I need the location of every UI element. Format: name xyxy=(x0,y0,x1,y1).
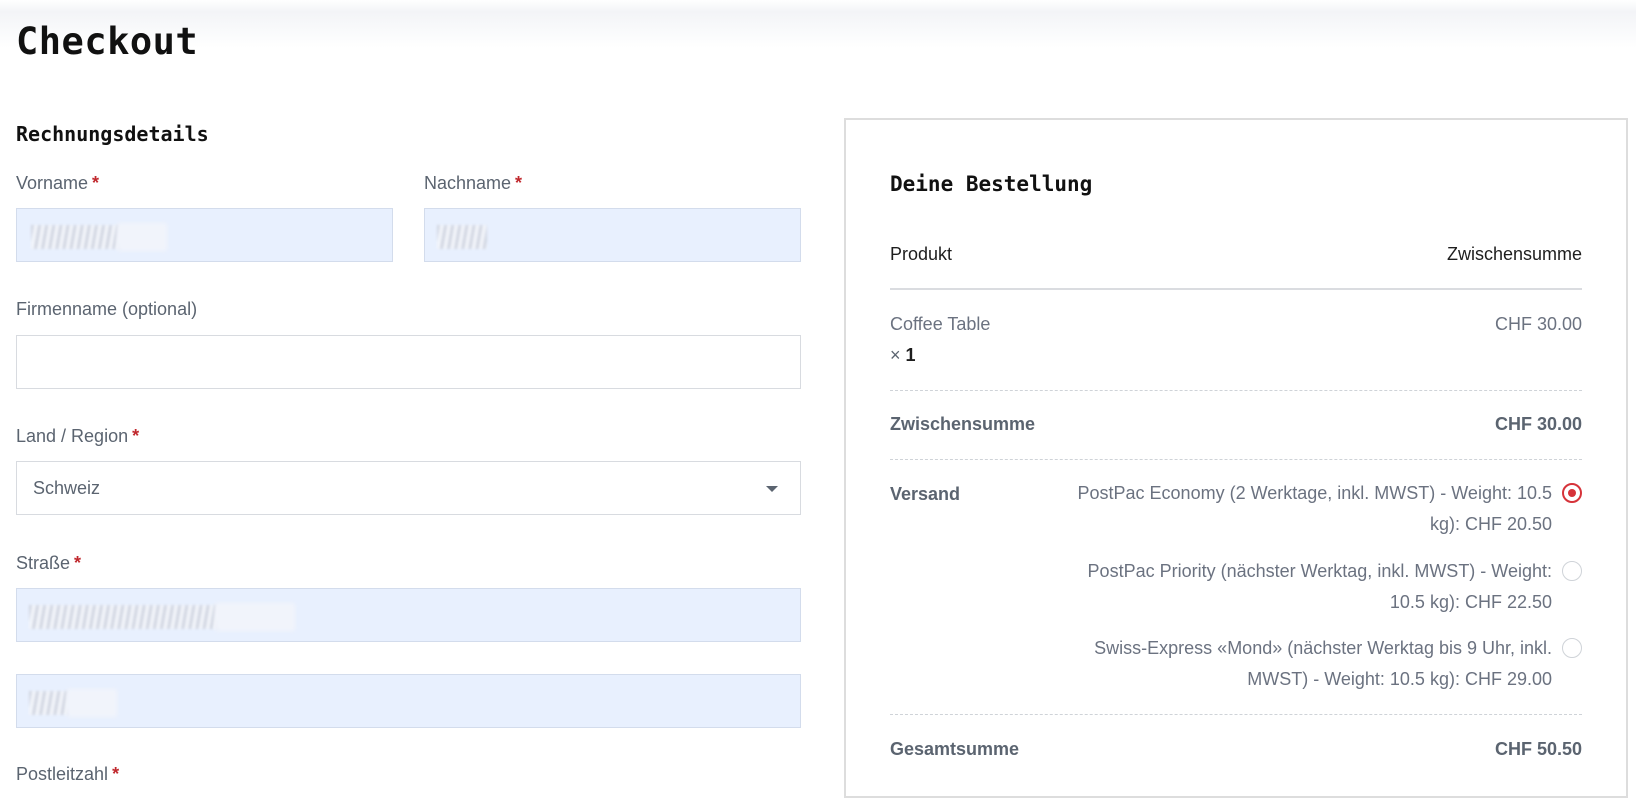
shipping-option-economy[interactable]: PostPac Economy (2 Werktage, inkl. MWST)… xyxy=(992,478,1553,540)
postcode-label-text: Postleitzahl xyxy=(16,764,109,784)
shipping-option-priority[interactable]: PostPac Priority (nächster Werktag, inkl… xyxy=(992,556,1552,618)
street-line2-field[interactable] xyxy=(16,674,801,728)
order-item-name: Coffee Table xyxy=(890,314,991,334)
first-name-field[interactable] xyxy=(16,208,393,262)
shipping-radio-priority[interactable] xyxy=(1562,561,1582,581)
shipping-option-express[interactable]: Swiss-Express «Mond» (nächster Werktag b… xyxy=(992,633,1552,695)
redacted-fade xyxy=(67,689,117,717)
quantity-value: 1 xyxy=(905,345,916,365)
street-label: Straße * xyxy=(16,553,81,574)
total-label: Gesamtsumme xyxy=(890,739,1020,759)
subtotal-divider xyxy=(890,459,1582,460)
chevron-down-icon xyxy=(766,486,778,492)
postcode-label: Postleitzahl * xyxy=(16,764,119,785)
required-mark: * xyxy=(92,173,100,193)
order-review-title: Deine Bestellung xyxy=(890,172,1093,196)
redacted-value xyxy=(31,225,121,249)
last-name-label-text: Nachname xyxy=(424,173,512,193)
total-value: CHF 50.50 xyxy=(1494,739,1582,759)
required-mark: * xyxy=(132,426,140,446)
product-column-header: Produkt xyxy=(890,244,953,264)
shipping-label: Versand xyxy=(890,484,961,504)
last-name-label: Nachname * xyxy=(424,173,522,194)
company-field[interactable] xyxy=(16,335,801,389)
billing-section-title: Rechnungsdetails xyxy=(16,122,209,146)
redacted-value xyxy=(29,691,69,715)
header-divider xyxy=(890,288,1582,290)
subtotal-label: Zwischensumme xyxy=(890,414,1036,434)
item-divider xyxy=(890,390,1582,391)
first-name-label-text: Vorname xyxy=(16,173,89,193)
required-mark: * xyxy=(515,173,523,193)
redacted-fade xyxy=(117,223,167,251)
country-label-text: Land / Region xyxy=(16,426,129,446)
redacted-value xyxy=(29,605,219,629)
quantity-prefix: × xyxy=(890,345,901,365)
shipping-option-text: kg): CHF 20.50 xyxy=(1429,514,1552,534)
page-title: Checkout xyxy=(16,20,199,63)
shipping-option-text: MWST) - Weight: 10.5 kg): CHF 29.00 xyxy=(1247,669,1552,689)
order-review-panel xyxy=(844,118,1628,798)
shipping-radio-economy[interactable] xyxy=(1562,483,1582,503)
redacted-fade xyxy=(215,603,295,631)
shipping-divider xyxy=(890,714,1582,715)
company-label: Firmenname (optional) xyxy=(16,299,198,319)
first-name-label: Vorname * xyxy=(16,173,99,194)
country-select[interactable]: Schweiz xyxy=(16,461,801,515)
header-bar xyxy=(0,0,1636,48)
subtotal-value: CHF 30.00 xyxy=(1494,414,1582,434)
required-mark: * xyxy=(112,764,120,784)
country-label: Land / Region * xyxy=(16,426,139,447)
shipping-radio-express[interactable] xyxy=(1562,638,1582,658)
shipping-option-text: Swiss-Express «Mond» (nächster Werktag b… xyxy=(1094,638,1552,658)
country-select-value: Schweiz xyxy=(33,478,101,498)
street-field[interactable] xyxy=(16,588,801,642)
subtotal-column-header: Zwischensumme xyxy=(1446,244,1582,264)
order-item-price: CHF 30.00 xyxy=(1494,314,1582,334)
order-item-quantity: × 1 xyxy=(890,345,916,366)
shipping-option-text: PostPac Priority (nächster Werktag, inkl… xyxy=(1087,561,1552,581)
shipping-option-text: 10.5 kg): CHF 22.50 xyxy=(1389,592,1552,612)
required-mark: * xyxy=(74,553,82,573)
street-label-text: Straße xyxy=(16,553,71,573)
shipping-option-text: PostPac Economy (2 Werktage, inkl. MWST)… xyxy=(1077,483,1553,503)
last-name-field[interactable] xyxy=(424,208,801,262)
redacted-value xyxy=(437,225,487,249)
